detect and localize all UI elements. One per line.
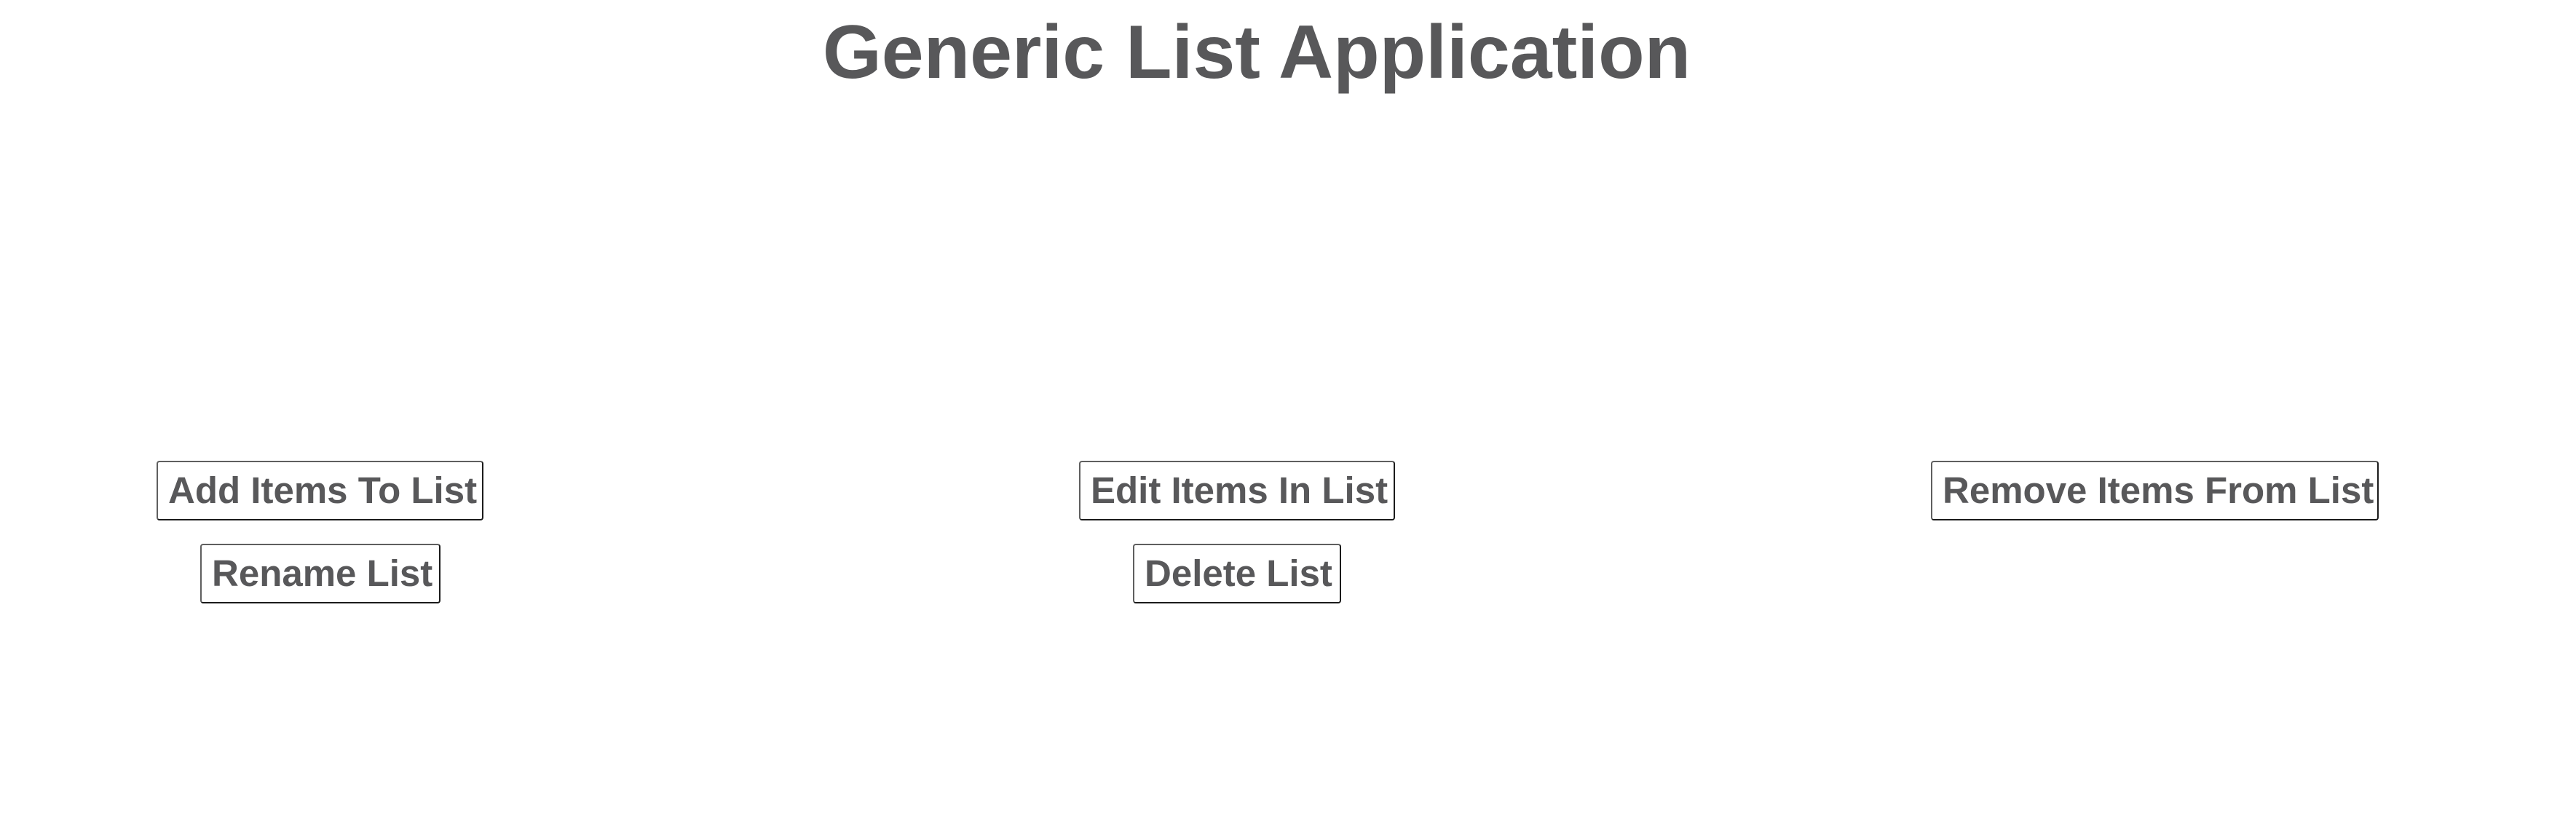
edit-items-button[interactable]: Edit Items In List [1079,461,1395,520]
add-items-button[interactable]: Add Items To List [157,461,483,520]
rename-list-button[interactable]: Rename List [200,544,440,603]
page-title: Generic List Application [822,10,1691,95]
delete-list-button[interactable]: Delete List [1133,544,1341,603]
remove-items-button[interactable]: Remove Items From List [1931,461,2379,520]
